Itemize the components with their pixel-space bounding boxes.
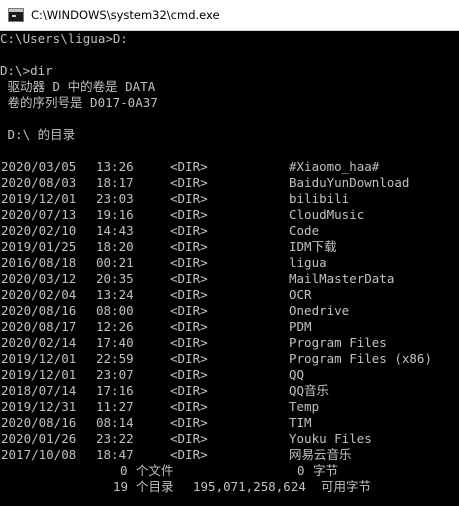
entry-time: 08:00 [96, 303, 134, 318]
entry-name: Onedrive [289, 303, 350, 318]
files-bytes-label: 字节 [313, 463, 339, 478]
files-label: 个文件 [136, 463, 174, 478]
entry-type: <DIR> [170, 383, 208, 398]
entry-type: <DIR> [170, 319, 208, 334]
entry-name: Youku Files [289, 431, 372, 446]
entry-date: 2020/02/14 [1, 335, 77, 350]
entry-time: 23:22 [96, 431, 134, 446]
dirs-label: 个目录 [136, 479, 174, 494]
entry-name: TIM [289, 415, 312, 430]
entry-type: <DIR> [170, 287, 208, 302]
entry-time: 23:07 [96, 367, 134, 382]
entry-type: <DIR> [170, 335, 208, 350]
entry-date: 2020/01/26 [1, 431, 77, 446]
entry-type: <DIR> [170, 367, 208, 382]
entry-date: 2017/10/08 [1, 447, 77, 462]
free-bytes: 195,071,258,624 [193, 479, 306, 494]
entry-name: Code [289, 223, 320, 238]
entry-type: <DIR> [170, 399, 208, 414]
entry-type: <DIR> [170, 239, 208, 254]
dirs-count: 19 [113, 479, 129, 494]
entry-date: 2020/08/03 [1, 175, 77, 190]
entry-type: <DIR> [170, 207, 208, 222]
entry-type: <DIR> [170, 303, 208, 318]
entry-date: 2019/01/25 [1, 239, 77, 254]
console-line: 卷的序列号是 D017-0A37 [0, 95, 158, 110]
entry-time: 19:16 [96, 207, 134, 222]
entry-name: OCR [289, 287, 312, 302]
files-summary-line: 0 个文件 0 字节 [0, 463, 338, 479]
entry-type: <DIR> [170, 431, 208, 446]
entry-name: BaiduYunDownload [289, 175, 410, 190]
entry-type: <DIR> [170, 159, 208, 174]
dirs-summary-line: 19 个目录 195,071,258,624 可用字节 [0, 479, 371, 495]
entry-date: 2019/12/01 [1, 191, 77, 206]
entry-name: MailMasterData [289, 271, 395, 286]
console-line: D:\>dir [0, 63, 53, 78]
entry-type: <DIR> [170, 271, 208, 286]
entry-name: QQ音乐 [289, 383, 330, 398]
entry-type: <DIR> [170, 255, 208, 270]
title-bar[interactable]: C:\WINDOWS\system32\cmd.exe [0, 0, 459, 31]
entry-type: <DIR> [170, 191, 208, 206]
entry-type: <DIR> [170, 351, 208, 366]
entry-date: 2020/07/13 [1, 207, 77, 222]
entry-date: 2020/08/16 [1, 303, 77, 318]
entry-time: 13:26 [96, 159, 134, 174]
entry-date: 2020/03/12 [1, 271, 77, 286]
entry-time: 14:43 [96, 223, 134, 238]
entry-time: 17:16 [96, 383, 134, 398]
entry-name: QQ [289, 367, 305, 382]
command-prompt-icon [8, 8, 24, 22]
entry-name: #Xiaomo_haa# [289, 159, 380, 174]
entry-name: Temp [289, 399, 320, 414]
entry-time: 11:27 [96, 399, 134, 414]
entry-time: 17:40 [96, 335, 134, 350]
entry-date: 2019/12/31 [1, 399, 77, 414]
entry-time: 00:21 [96, 255, 134, 270]
entry-time: 23:03 [96, 191, 134, 206]
entry-time: 18:20 [96, 239, 134, 254]
entry-date: 2016/08/18 [1, 255, 77, 270]
console-line: D:\ 的目录 [0, 127, 76, 142]
entry-time: 08:14 [96, 415, 134, 430]
entry-name: 网易云音乐 [289, 447, 352, 462]
entry-time: 12:26 [96, 319, 134, 334]
files-bytes: 0 [297, 463, 305, 478]
entry-type: <DIR> [170, 415, 208, 430]
entry-name: Program Files [289, 335, 387, 350]
entry-time: 13:24 [96, 287, 134, 302]
entry-date: 2020/02/10 [1, 223, 77, 238]
entry-name: CloudMusic [289, 207, 365, 222]
entry-date: 2019/12/01 [1, 351, 77, 366]
console-line: 驱动器 D 中的卷是 DATA [0, 79, 156, 94]
entry-date: 2020/03/05 [1, 159, 77, 174]
entry-time: 22:59 [96, 351, 134, 366]
window-title: C:\WINDOWS\system32\cmd.exe [31, 8, 220, 22]
entry-name: IDM下载 [289, 239, 337, 254]
entry-name: PDM [289, 319, 312, 334]
entry-date: 2020/08/16 [1, 415, 77, 430]
free-bytes-label: 可用字节 [321, 479, 372, 494]
entry-name: ligua [289, 255, 327, 270]
entry-name: bilibili [289, 191, 350, 206]
entry-type: <DIR> [170, 447, 208, 462]
entry-name: Program Files (x86) [289, 351, 432, 366]
entry-time: 18:17 [96, 175, 134, 190]
files-count: 0 [120, 463, 128, 478]
entry-date: 2019/12/01 [1, 367, 77, 382]
entry-date: 2018/07/14 [1, 383, 77, 398]
entry-time: 18:47 [96, 447, 134, 462]
entry-type: <DIR> [170, 223, 208, 238]
console-line: C:\Users\ligua>D: [0, 31, 128, 46]
entry-type: <DIR> [170, 175, 208, 190]
entry-time: 20:35 [96, 271, 134, 286]
entry-date: 2020/02/04 [1, 287, 77, 302]
entry-date: 2020/08/17 [1, 319, 77, 334]
console-output[interactable]: C:\Users\ligua>D: D:\>dir 驱动器 D 中的卷是 DAT… [0, 31, 459, 506]
